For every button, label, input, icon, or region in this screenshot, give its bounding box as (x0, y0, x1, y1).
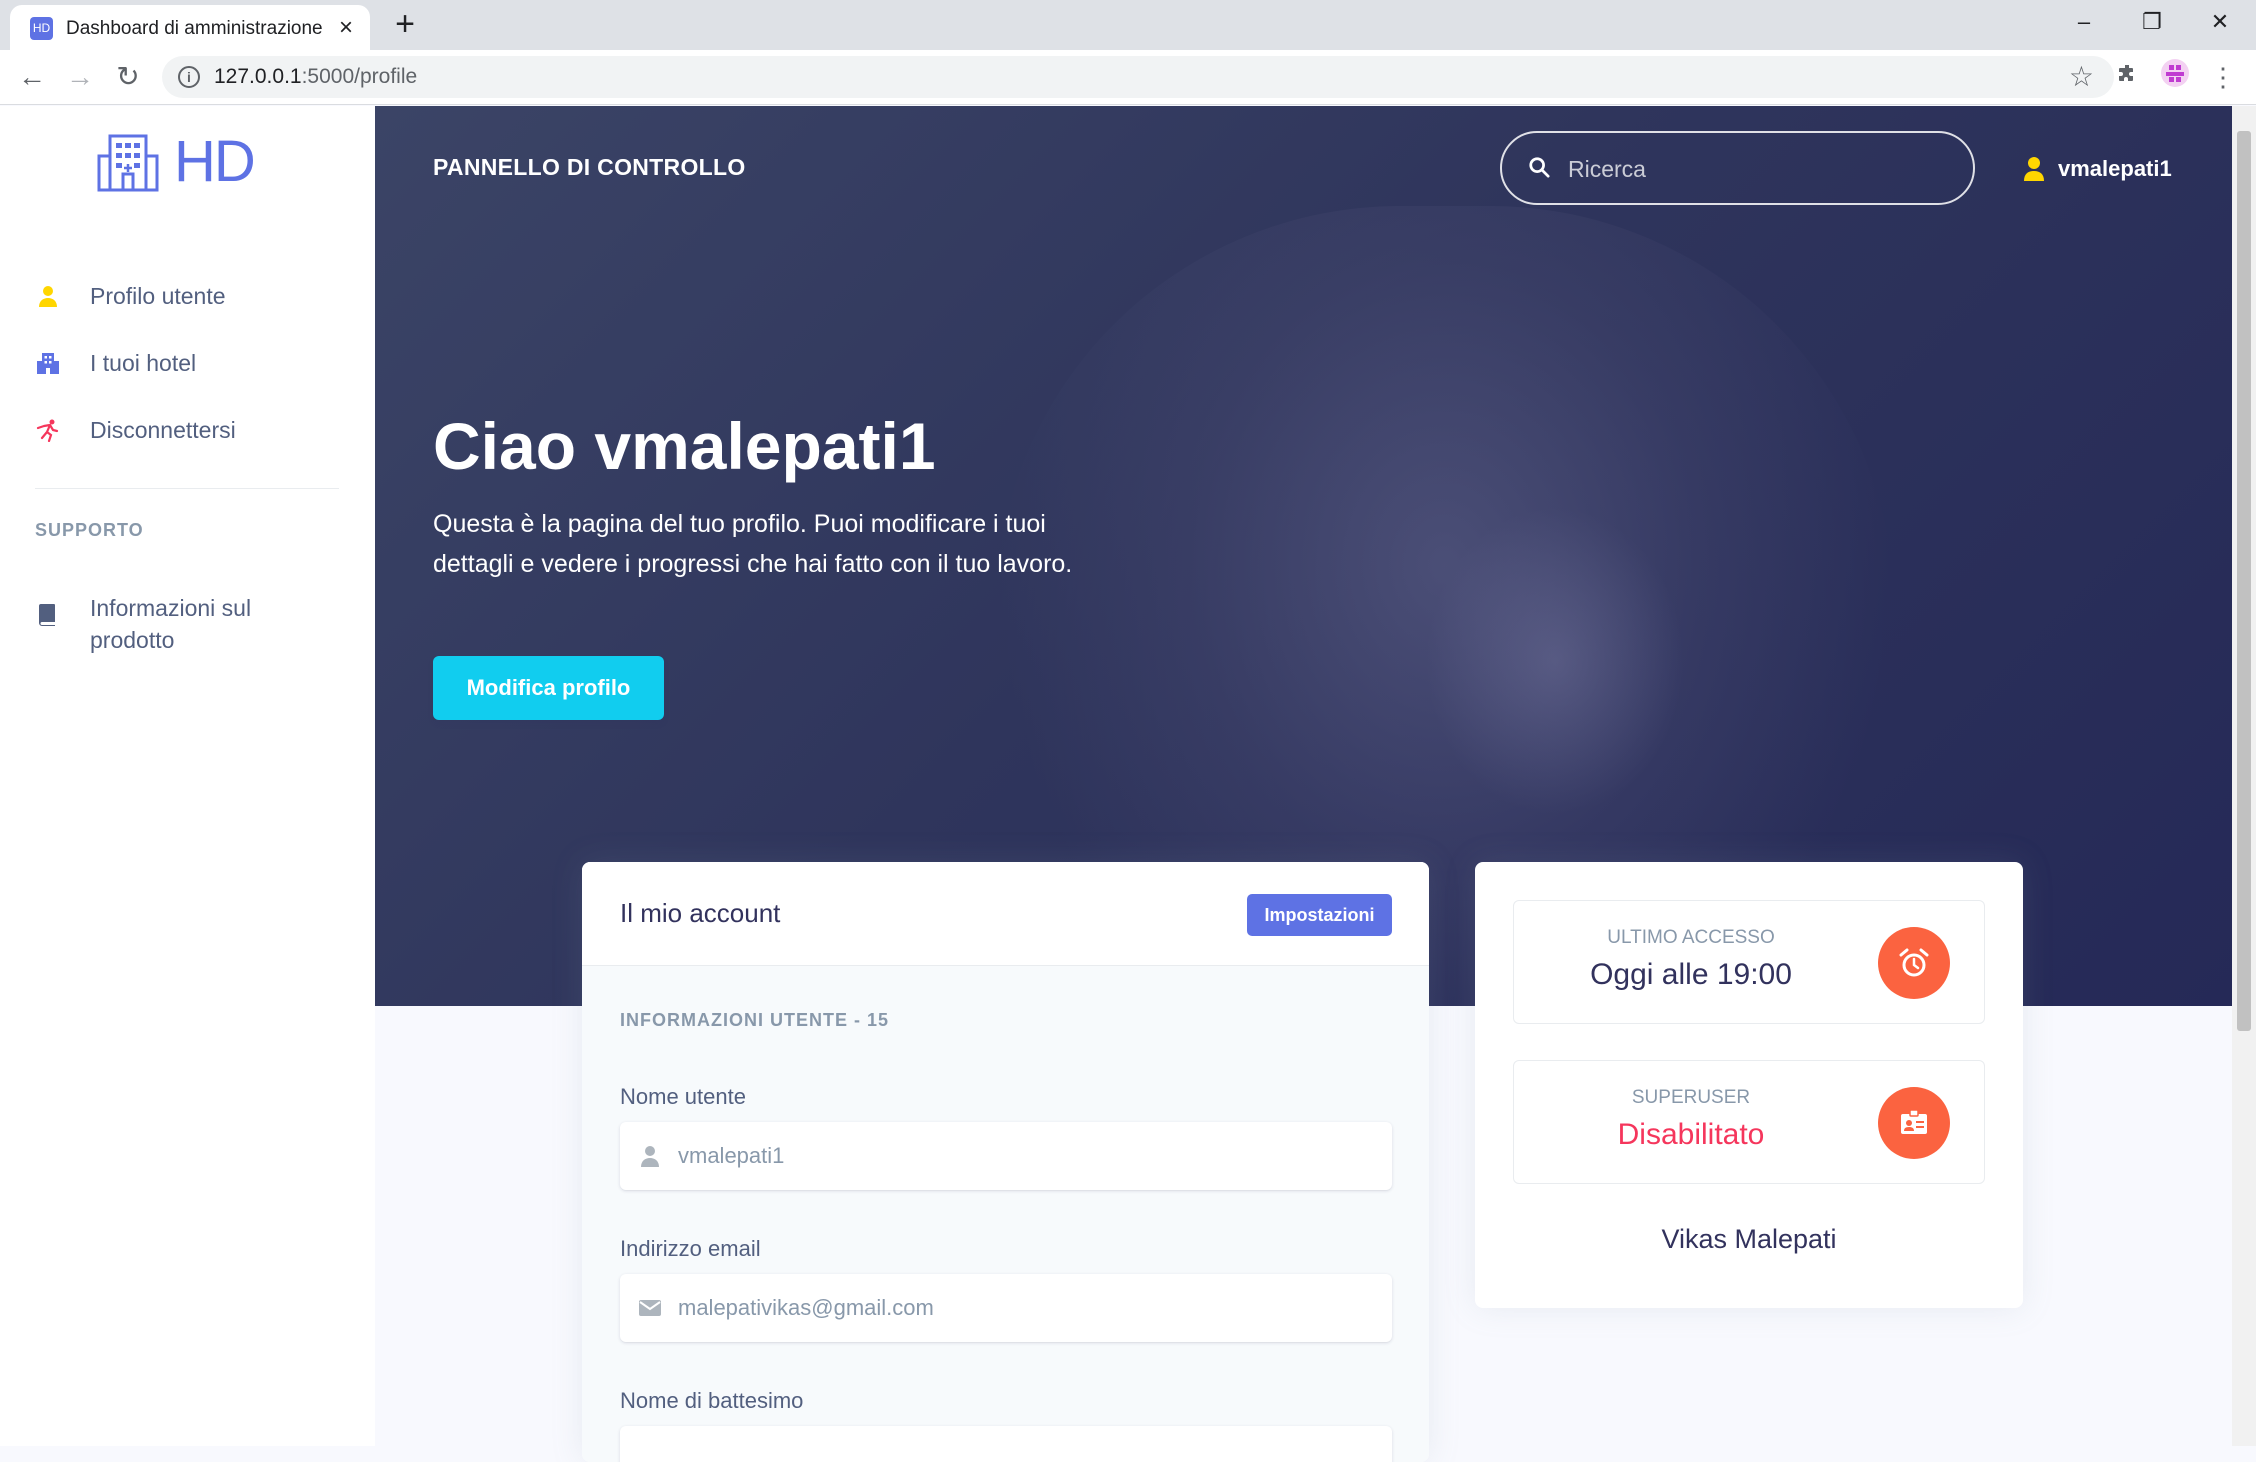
page-brand[interactable]: PANNELLO DI CONTROLLO (433, 154, 746, 181)
superuser-value: Disabilitato (1617, 1118, 1765, 1151)
stats-card: ULTIMO ACCESSO Oggi alle 19:00 SUPERUSER… (1475, 862, 2023, 1308)
profile-description: Questa è la pagina del tuo profilo. Puoi… (433, 510, 1073, 578)
page-scrollbar[interactable] (2232, 106, 2256, 1446)
new-tab-icon[interactable]: + (388, 7, 422, 42)
alarm-clock-icon (1878, 927, 1950, 999)
user-icon (39, 286, 57, 307)
envelope-icon (639, 1300, 661, 1316)
email-label: Indirizzo email (620, 1236, 761, 1261)
tab-title: Dashboard di amministrazione di (66, 18, 328, 39)
email-value: malepativikas@gmail.com (678, 1295, 934, 1320)
first-name-label: Nome di battesimo (620, 1388, 804, 1413)
book-icon (39, 604, 55, 626)
settings-button[interactable]: Impostazioni (1247, 894, 1392, 936)
sidebar-divider (35, 488, 339, 489)
close-tab-icon[interactable]: × (332, 14, 360, 42)
first-name-field[interactable] (620, 1426, 1392, 1462)
address-bar[interactable]: i 127.0.0.1:5000/profile ☆ (162, 56, 2114, 98)
user-icon (641, 1146, 659, 1167)
browser-tab-strip: HD Dashboard di amministrazione di × + –… (0, 0, 2256, 50)
email-field[interactable]: malepativikas@gmail.com (620, 1274, 1392, 1342)
sidebar-item-hotels[interactable]: I tuoi hotel (0, 335, 375, 391)
id-badge-icon (1878, 1087, 1950, 1159)
browser-tab[interactable]: HD Dashboard di amministrazione di × (10, 5, 370, 50)
sidebar: HD Profilo utente I tuoi hotel Disconnet… (0, 106, 375, 1446)
reload-icon[interactable]: ↻ (108, 57, 148, 97)
username: vmalepati1 (2058, 156, 2172, 181)
sidebar-item-label: Profilo utente (90, 283, 226, 309)
user-icon (2024, 157, 2044, 181)
bookmark-star-icon[interactable]: ☆ (2069, 60, 2094, 94)
logo-text: HD (174, 129, 256, 194)
account-title: Il mio account (620, 898, 781, 928)
account-form: INFORMAZIONI UTENTE - 15 Nome utente vma… (582, 966, 1429, 1462)
building-icon (37, 353, 59, 374)
sidebar-item-label: Disconnettersi (90, 417, 236, 443)
sidebar-section-heading: SUPPORTO (35, 520, 144, 540)
username-label: Nome utente (620, 1084, 746, 1109)
username-value: vmalepati1 (678, 1143, 785, 1168)
minimize-icon[interactable]: – (2054, 4, 2114, 40)
last-access-value: Oggi alle 19:00 (1590, 958, 1792, 991)
search-icon (1529, 157, 1550, 178)
sidebar-item-logout[interactable]: Disconnettersi (0, 402, 375, 458)
sidebar-item-label: Informazioni sul prodotto (90, 595, 252, 653)
logo[interactable]: HD (96, 128, 266, 196)
extensions-icon[interactable] (2108, 58, 2146, 96)
restore-icon[interactable]: ❐ (2122, 4, 2182, 40)
last-access-label: ULTIMO ACCESSO (1607, 927, 1775, 948)
hotel-logo-icon (97, 134, 159, 192)
sidebar-item-product-info[interactable]: Informazioni sul prodotto (0, 578, 375, 653)
edit-profile-button[interactable]: Modifica profilo (433, 656, 664, 720)
full-name: Vikas Malepati (1661, 1224, 1837, 1254)
profile-avatar-icon[interactable] (2156, 58, 2194, 96)
running-icon (36, 419, 59, 442)
superuser-stat: SUPERUSER Disabilitato (1513, 1060, 1985, 1184)
search-placeholder: Ricerca (1568, 156, 1646, 182)
back-icon[interactable]: ← (12, 57, 52, 97)
sidebar-item-label: I tuoi hotel (90, 350, 197, 376)
background-photo-face (1425, 506, 1685, 816)
url-text: 127.0.0.1:5000/profile (214, 65, 418, 88)
site-info-icon[interactable]: i (178, 66, 200, 88)
close-window-icon[interactable]: ✕ (2190, 4, 2250, 40)
superuser-label: SUPERUSER (1631, 1087, 1751, 1108)
scrollbar-thumb[interactable] (2237, 131, 2251, 1031)
username-field[interactable]: vmalepati1 (620, 1122, 1392, 1190)
account-card: Il mio account Impostazioni INFORMAZIONI… (582, 862, 1429, 1462)
browser-menu-icon[interactable]: ⋮ (2204, 58, 2242, 96)
forward-icon[interactable]: → (60, 57, 100, 97)
last-access-stat: ULTIMO ACCESSO Oggi alle 19:00 (1513, 900, 1985, 1024)
sidebar-item-profile[interactable]: Profilo utente (0, 268, 375, 324)
favicon-icon: HD (30, 17, 53, 40)
search-input[interactable]: Ricerca (1500, 131, 1975, 205)
user-info-heading: INFORMAZIONI UTENTE - 15 (620, 1010, 890, 1030)
greeting-heading: Ciao vmalepati1 (433, 409, 936, 483)
account-card-header: Il mio account Impostazioni (582, 862, 1429, 966)
browser-toolbar: ← → ↻ i 127.0.0.1:5000/profile ☆ ⋮ (0, 50, 2256, 105)
